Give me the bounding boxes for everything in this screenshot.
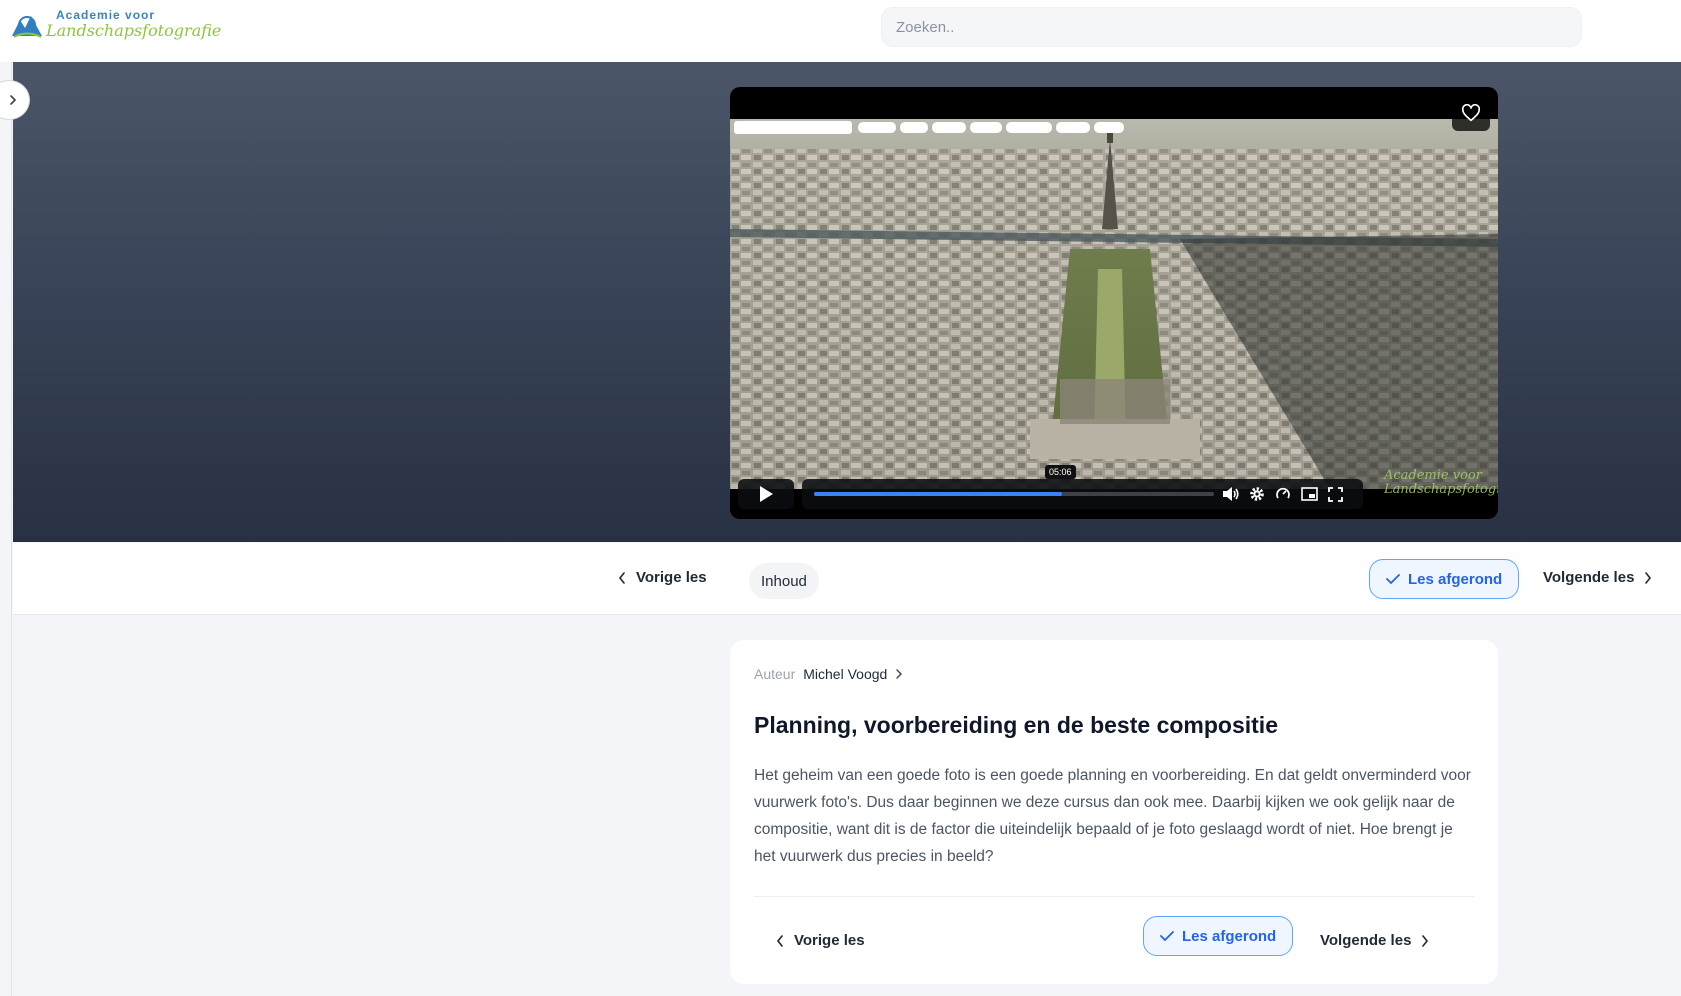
chevron-right-icon xyxy=(1645,571,1652,584)
settings-icon xyxy=(1250,487,1264,501)
contents-button[interactable]: Inhoud xyxy=(749,563,819,599)
lesson-card: Auteur Michel Voogd Planning, voorbereid… xyxy=(730,640,1498,984)
next-lesson-label: Volgende les xyxy=(1543,569,1635,586)
picture-in-picture-icon xyxy=(1300,487,1318,501)
video-control-bar xyxy=(802,479,1363,509)
author-label: Auteur xyxy=(754,666,796,682)
previous-lesson-link-bottom[interactable]: Vorige les xyxy=(776,932,865,949)
playback-speed-button[interactable] xyxy=(1274,485,1292,503)
video-progress-bar[interactable] xyxy=(814,492,1214,496)
picture-in-picture-button[interactable] xyxy=(1300,485,1318,503)
heart-icon xyxy=(1461,104,1481,122)
previous-lesson-label: Vorige les xyxy=(794,932,865,949)
logo-mark-icon xyxy=(12,16,42,38)
next-lesson-link-bottom[interactable]: Volgende les xyxy=(1320,932,1429,949)
lesson-completed-label: Les afgerond xyxy=(1182,927,1277,945)
video-frame-aerial-paris xyxy=(730,119,1498,489)
play-button[interactable] xyxy=(738,479,794,509)
site-logo[interactable]: Academie voor Landschapsfotografie xyxy=(10,6,221,46)
play-icon xyxy=(760,486,773,502)
check-icon xyxy=(1160,931,1174,942)
chevron-right-icon xyxy=(896,669,903,679)
divider xyxy=(754,896,1474,897)
lesson-completed-button-bottom[interactable]: Les afgerond xyxy=(1143,916,1294,956)
search-box xyxy=(881,7,1582,47)
author-line: Auteur Michel Voogd xyxy=(754,666,903,682)
lesson-nav-bar: Vorige les Inhoud Les afgerond Volgende … xyxy=(13,543,1681,615)
previous-lesson-label: Vorige les xyxy=(636,569,707,586)
lesson-completed-button[interactable]: Les afgerond xyxy=(1369,559,1520,599)
speed-icon xyxy=(1276,487,1290,499)
embedded-maps-toolbar xyxy=(734,121,1124,134)
volume-button[interactable] xyxy=(1222,485,1240,503)
lesson-title: Planning, voorbereiding en de beste comp… xyxy=(754,712,1278,738)
settings-button[interactable] xyxy=(1248,485,1266,503)
search-input[interactable] xyxy=(882,8,1581,46)
lesson-completed-label: Les afgerond xyxy=(1408,570,1503,588)
lesson-description: Het geheim van een goede foto is een goe… xyxy=(754,767,1471,865)
sidebar-edge xyxy=(11,62,12,996)
next-lesson-label: Volgende les xyxy=(1320,932,1412,949)
logo-text-bottom: Landschapsfotografie xyxy=(46,21,222,40)
chevron-right-icon xyxy=(1422,934,1429,947)
previous-lesson-link[interactable]: Vorige les xyxy=(618,569,707,586)
author-name-link[interactable]: Michel Voogd xyxy=(803,666,887,682)
favorite-button[interactable] xyxy=(1452,95,1490,131)
chevron-right-icon xyxy=(10,95,17,105)
video-watermark: Academie voor Landschapsfotografie xyxy=(1384,468,1498,497)
hover-time-tooltip: 05:06 xyxy=(1045,465,1076,479)
next-lesson-link[interactable]: Volgende les xyxy=(1543,569,1652,586)
chevron-left-icon xyxy=(776,934,783,947)
logo-text-top: Academie voor xyxy=(56,8,156,22)
volume-icon xyxy=(1223,487,1239,501)
check-icon xyxy=(1386,574,1400,585)
fullscreen-icon xyxy=(1327,486,1343,502)
video-player[interactable]: Academie voor Landschapsfotografie 05:06 xyxy=(730,87,1498,519)
video-progress-fill xyxy=(814,492,1062,496)
top-header: Academie voor Landschapsfotografie xyxy=(0,0,1681,62)
fullscreen-button[interactable] xyxy=(1326,485,1344,503)
chevron-left-icon xyxy=(618,571,625,584)
